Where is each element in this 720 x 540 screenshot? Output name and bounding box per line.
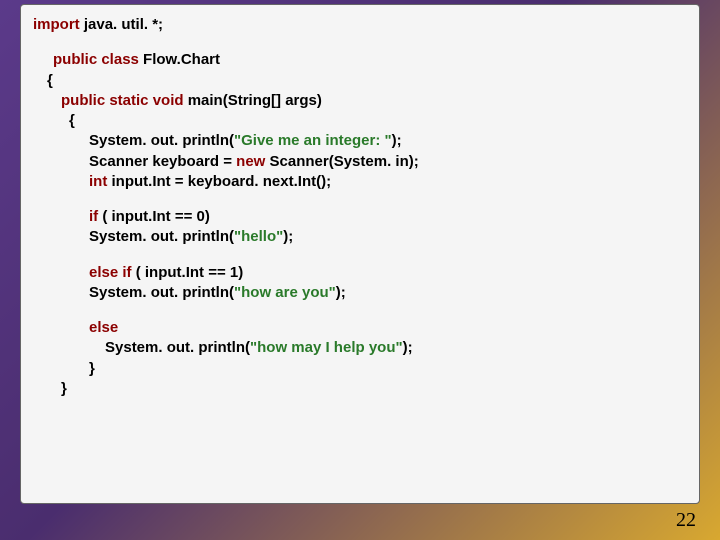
class-name: Flow.Chart bbox=[139, 51, 220, 68]
keyword-else: else bbox=[89, 319, 118, 336]
string-literal: "hello" bbox=[234, 228, 283, 245]
brace: } bbox=[89, 359, 687, 379]
line-println: System. out. println("Give me an integer… bbox=[89, 131, 687, 151]
code-block: import java. util. *; public class Flow.… bbox=[20, 4, 700, 504]
int-rest: input.Int = keyboard. next.Int(); bbox=[107, 173, 331, 190]
line-else: else bbox=[89, 318, 687, 338]
keyword-else: else bbox=[89, 264, 118, 281]
keyword-new: new bbox=[236, 153, 265, 170]
keyword-class: class bbox=[101, 51, 139, 68]
keyword-import: import bbox=[33, 16, 80, 33]
sys-print: System. out. println( bbox=[105, 339, 250, 356]
line-if: if ( input.Int == 0) bbox=[89, 207, 687, 227]
brace: } bbox=[61, 379, 687, 399]
keyword-void: void bbox=[153, 92, 184, 109]
line-println: System. out. println("how may I help you… bbox=[105, 338, 687, 358]
keyword-static: static bbox=[109, 92, 148, 109]
page-number: 22 bbox=[676, 509, 696, 532]
line-scanner: Scanner keyboard = new Scanner(System. i… bbox=[89, 152, 687, 172]
if-cond: ( input.Int == 0) bbox=[98, 208, 210, 225]
keyword-public: public bbox=[53, 51, 97, 68]
keyword-public: public bbox=[61, 92, 105, 109]
line-println: System. out. println("how are you"); bbox=[89, 283, 687, 303]
string-literal: "how may I help you" bbox=[250, 339, 403, 356]
sys-print: System. out. println( bbox=[89, 284, 234, 301]
line-println: System. out. println("hello"); bbox=[89, 227, 687, 247]
keyword-if: if bbox=[89, 208, 98, 225]
string-literal: "how are you" bbox=[234, 284, 336, 301]
main-sig: main(String[] args) bbox=[184, 92, 322, 109]
paren: ); bbox=[336, 284, 346, 301]
sys-print: System. out. println( bbox=[89, 228, 234, 245]
elseif-cond: ( input.Int == 1) bbox=[132, 264, 244, 281]
line-elseif: else if ( input.Int == 1) bbox=[89, 263, 687, 283]
string-literal: "Give me an integer: " bbox=[234, 132, 392, 149]
sys-print: System. out. println( bbox=[89, 132, 234, 149]
brace: { bbox=[69, 111, 687, 131]
keyword-int: int bbox=[89, 173, 107, 190]
paren: ); bbox=[403, 339, 413, 356]
paren: ); bbox=[283, 228, 293, 245]
line-main: public static void main(String[] args) bbox=[61, 91, 687, 111]
line-int: int input.Int = keyboard. next.Int(); bbox=[89, 172, 687, 192]
line-import: import java. util. *; bbox=[33, 15, 687, 35]
paren: ); bbox=[392, 132, 402, 149]
brace: { bbox=[47, 71, 687, 91]
scanner-decl: Scanner keyboard = bbox=[89, 153, 236, 170]
scanner-rest: Scanner(System. in); bbox=[265, 153, 418, 170]
keyword-if: if bbox=[122, 264, 131, 281]
import-rest: java. util. *; bbox=[80, 16, 163, 33]
line-class: public class Flow.Chart bbox=[47, 50, 687, 70]
